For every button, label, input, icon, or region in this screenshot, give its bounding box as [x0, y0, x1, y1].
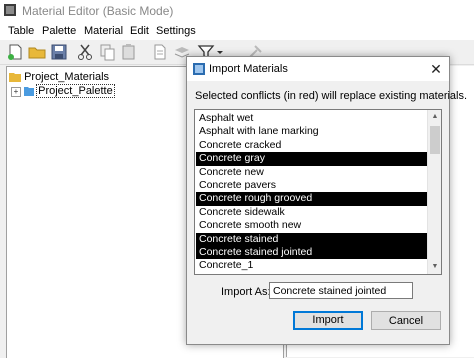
- cut-icon[interactable]: [75, 42, 95, 62]
- list-item-conflict[interactable]: Concrete stained jointed: [196, 246, 427, 260]
- list-item[interactable]: Asphalt with lane marking: [196, 125, 427, 138]
- scroll-thumb[interactable]: [430, 126, 440, 154]
- import-as-input[interactable]: Concrete stained jointed: [269, 282, 413, 299]
- import-as-label: Import As:: [221, 286, 271, 298]
- save-icon[interactable]: [49, 42, 69, 62]
- list-item-conflict[interactable]: Concrete gray: [196, 152, 427, 166]
- materials-list[interactable]: Asphalt wet Asphalt with lane marking Conc…: [194, 109, 442, 275]
- open-folder-icon[interactable]: [27, 42, 47, 62]
- title-bar: Material Editor (Basic Mode): [0, 0, 474, 22]
- menu-table[interactable]: Table: [8, 25, 34, 37]
- list-item[interactable]: Concrete_1: [196, 259, 427, 272]
- folder-icon: [9, 73, 21, 82]
- scroll-up-icon[interactable]: ▲: [428, 110, 441, 124]
- cancel-button[interactable]: Cancel: [371, 311, 441, 330]
- list-item-conflict[interactable]: Concrete rough grooved: [196, 192, 427, 206]
- list-item[interactable]: Concrete new: [196, 166, 427, 179]
- document-icon[interactable]: [150, 42, 170, 62]
- list-item[interactable]: Concrete smooth new: [196, 219, 427, 232]
- list-item[interactable]: Concrete pavers: [196, 179, 427, 192]
- copy-icon[interactable]: [97, 42, 117, 62]
- expand-icon[interactable]: +: [11, 87, 21, 97]
- tree-item-label: Project_Materials: [24, 71, 110, 83]
- tree-item-label: Project_Palette: [36, 84, 115, 98]
- dialog-title: Import Materials: [209, 63, 288, 75]
- scroll-down-icon[interactable]: ▼: [428, 260, 441, 274]
- dialog-message: Selected conflicts (in red) will replace…: [195, 90, 468, 102]
- dialog-icon: [193, 63, 205, 75]
- app-icon: [4, 4, 16, 16]
- tree-item-project-materials[interactable]: Project_Materials: [9, 71, 109, 83]
- menu-palette[interactable]: Palette: [42, 25, 76, 37]
- import-button[interactable]: Import: [293, 311, 363, 330]
- import-materials-dialog: Import Materials ✕ Selected conflicts (i…: [186, 56, 467, 345]
- tree-item-project-palette[interactable]: + Project_Palette: [11, 84, 115, 98]
- list-item[interactable]: Asphalt wet: [196, 112, 427, 125]
- menu-material[interactable]: Material: [84, 25, 123, 37]
- close-icon[interactable]: ✕: [427, 60, 445, 78]
- list-item[interactable]: Concrete cracked: [196, 139, 427, 152]
- list-item-conflict[interactable]: Concrete stained: [196, 232, 427, 246]
- dialog-title-bar: Import Materials ✕: [187, 57, 449, 81]
- paste-icon[interactable]: [119, 42, 139, 62]
- palette-icon: [24, 87, 35, 96]
- menu-settings[interactable]: Settings: [156, 25, 196, 37]
- new-icon[interactable]: [5, 42, 25, 62]
- menu-bar: Table Palette Material Edit Settings: [0, 22, 474, 40]
- window-title: Material Editor (Basic Mode): [22, 4, 174, 18]
- menu-edit[interactable]: Edit: [130, 25, 149, 37]
- vertical-scrollbar[interactable]: ▲ ▼: [427, 110, 441, 274]
- list-item[interactable]: Concrete sidewalk: [196, 206, 427, 219]
